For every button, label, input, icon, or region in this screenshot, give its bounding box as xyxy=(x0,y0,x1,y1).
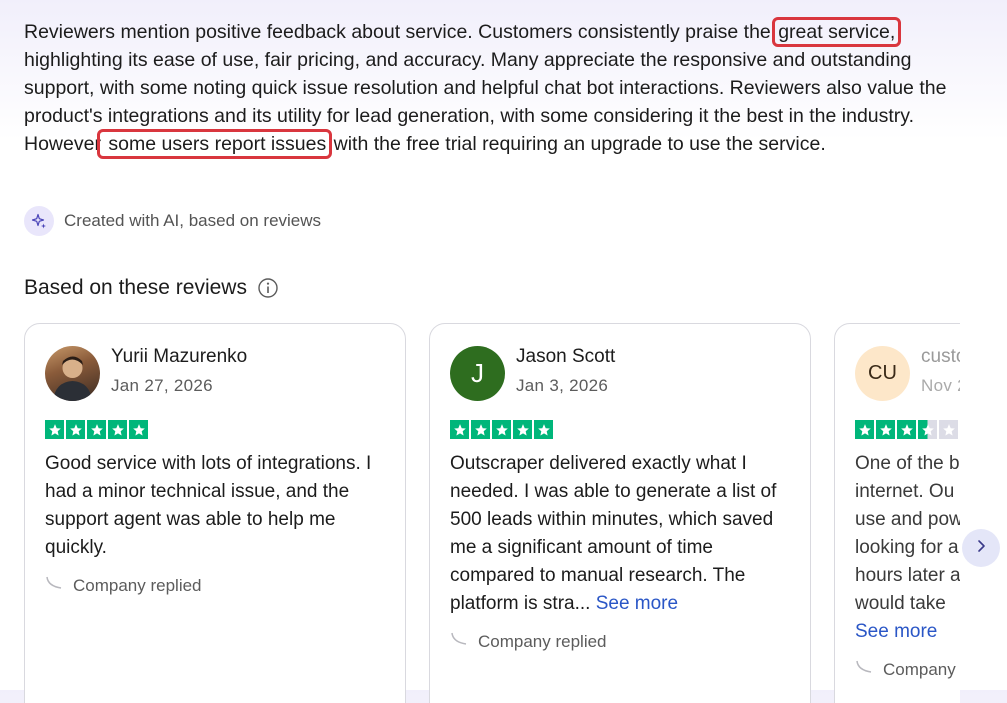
info-icon[interactable] xyxy=(257,277,279,299)
ai-summary-text: Reviewers mention positive feedback abou… xyxy=(24,17,984,159)
reply-curve-icon xyxy=(855,660,875,681)
star-rating xyxy=(45,420,148,439)
sparkle-icon xyxy=(24,206,54,236)
star-icon xyxy=(876,420,895,439)
review-date: Jan 3, 2026 xyxy=(516,376,609,395)
section-title-label: Based on these reviews xyxy=(24,276,247,299)
review-date: Jan 27, 2026 xyxy=(111,376,213,395)
star-empty-icon xyxy=(939,420,958,439)
avatar xyxy=(45,346,100,401)
reviewer-name: Yurii Mazurenko xyxy=(111,346,248,367)
reply-curve-icon xyxy=(45,576,65,597)
star-icon xyxy=(513,420,532,439)
reviewer-name: custo xyxy=(921,346,960,367)
company-replied[interactable]: Company replied xyxy=(45,576,202,597)
star-half-icon xyxy=(918,420,937,439)
company-replied-label: Company replied xyxy=(478,632,607,651)
avatar-initials: CU xyxy=(868,362,897,384)
highlight-users-report-issues: some users report issues xyxy=(96,129,333,159)
summary-text-part: with the free trial requiring an upgrade… xyxy=(328,133,826,155)
ai-note-label: Created with AI, based on reviews xyxy=(64,211,322,230)
section-title: Based on these reviews xyxy=(24,276,279,300)
company-replied-label: Company replied xyxy=(73,576,202,595)
review-card[interactable]: Yurii Mazurenko Jan 27, 2026 Good servic… xyxy=(24,323,406,703)
reply-curve-icon xyxy=(450,632,470,653)
star-icon xyxy=(897,420,916,439)
chevron-right-icon xyxy=(974,539,988,558)
review-text: Outscraper delivered exactly what I need… xyxy=(450,450,795,618)
summary-text-part: Reviewers mention positive feedback abou… xyxy=(24,21,777,43)
reviews-carousel: Yurii Mazurenko Jan 27, 2026 Good servic… xyxy=(24,323,960,703)
star-icon xyxy=(471,420,490,439)
star-icon xyxy=(129,420,148,439)
star-rating xyxy=(450,420,553,439)
avatar: CU xyxy=(855,346,910,401)
company-replied[interactable]: Company replied xyxy=(450,632,607,653)
star-icon xyxy=(66,420,85,439)
avatar-letter: J xyxy=(471,358,484,388)
review-text: One of the b internet. Ou use and pow lo… xyxy=(855,450,960,646)
see-more-link[interactable]: See more xyxy=(596,593,678,614)
star-rating xyxy=(855,420,958,439)
highlight-great-service: great service, xyxy=(772,17,902,47)
star-icon xyxy=(87,420,106,439)
reviewer-name: Jason Scott xyxy=(516,346,616,367)
star-icon xyxy=(450,420,469,439)
star-icon xyxy=(534,420,553,439)
review-body: One of the b internet. Ou use and pow lo… xyxy=(855,453,960,614)
review-card[interactable]: J Jason Scott Jan 3, 2026 Outscraper del… xyxy=(429,323,811,703)
review-date: Nov 2 xyxy=(921,376,960,395)
star-icon xyxy=(108,420,127,439)
star-icon xyxy=(45,420,64,439)
review-text: Good service with lots of integrations. … xyxy=(45,450,390,562)
see-more-link[interactable]: See more xyxy=(855,621,937,642)
review-card[interactable]: CU custo Nov 2 One of the b internet. Ou… xyxy=(834,323,960,703)
star-icon xyxy=(855,420,874,439)
next-reviews-button[interactable] xyxy=(962,529,1000,567)
company-replied[interactable]: Company xyxy=(855,660,956,681)
ai-note: Created with AI, based on reviews xyxy=(24,206,321,236)
company-replied-label: Company xyxy=(883,660,956,679)
avatar: J xyxy=(450,346,505,401)
review-body: Good service with lots of integrations. … xyxy=(45,453,372,558)
review-body: Outscraper delivered exactly what I need… xyxy=(450,453,777,614)
star-icon xyxy=(492,420,511,439)
